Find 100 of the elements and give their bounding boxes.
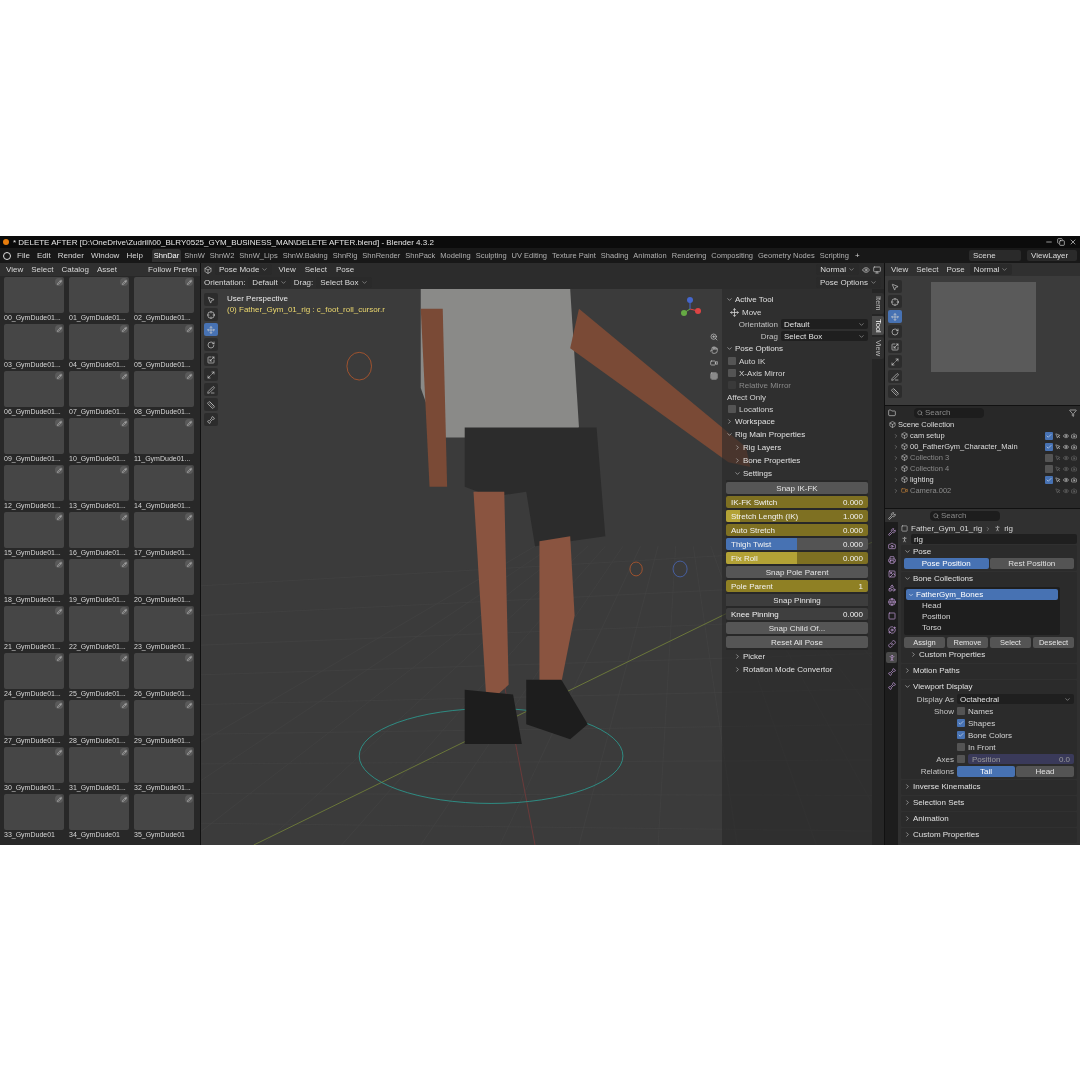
checkbox[interactable] <box>728 357 736 365</box>
view-layer-field[interactable]: ViewLayer <box>1027 250 1077 261</box>
tool-button[interactable] <box>888 310 902 323</box>
pointer-icon[interactable] <box>1055 454 1061 461</box>
section-button[interactable]: Snap Pinning <box>726 594 868 606</box>
close-icon[interactable] <box>1069 238 1077 246</box>
properties-tab[interactable] <box>886 596 897 607</box>
add-workspace-button[interactable]: + <box>851 251 863 260</box>
follow-preferences-dropdown[interactable]: Follow Prefen <box>148 265 197 274</box>
menu-item[interactable]: Select <box>913 265 942 274</box>
tool-button[interactable] <box>888 295 902 308</box>
overlay-icon[interactable] <box>862 265 870 274</box>
thumbnail-placeholder[interactable] <box>4 324 64 360</box>
thumbnail-placeholder[interactable] <box>4 559 64 595</box>
toggle-button[interactable]: Tail <box>957 765 1015 777</box>
thumbnail-placeholder[interactable] <box>4 747 64 783</box>
thumbnail-placeholder[interactable] <box>69 794 129 830</box>
tool-button[interactable] <box>888 325 902 338</box>
number-field[interactable]: Position 0.0 <box>968 754 1074 764</box>
menu-item[interactable]: Select <box>301 265 330 274</box>
panel-header[interactable]: Picker <box>734 652 766 661</box>
menu-item[interactable]: Render <box>54 251 87 260</box>
thumbnail-placeholder[interactable] <box>69 324 129 360</box>
checkbox[interactable] <box>1045 431 1053 440</box>
tool-button[interactable] <box>204 353 218 366</box>
panel-header[interactable]: Bone Properties <box>734 456 801 465</box>
thumbnail-placeholder[interactable] <box>69 747 129 783</box>
orientation-dropdown[interactable]: Normal <box>969 264 1013 275</box>
panel-header[interactable]: Viewport Display <box>904 682 973 691</box>
zoom-icon[interactable] <box>710 333 718 341</box>
menu-item[interactable]: Select <box>28 265 57 274</box>
eye-icon[interactable] <box>1063 465 1069 472</box>
toggle-button[interactable]: Head <box>1016 765 1074 777</box>
properties-tab[interactable] <box>886 568 897 579</box>
dropdown[interactable]: Default <box>781 319 868 329</box>
list-item[interactable]: Torso <box>906 622 1058 633</box>
panel-header[interactable]: Settings <box>734 469 772 478</box>
thumbnail-placeholder[interactable] <box>69 700 129 736</box>
dropdown[interactable]: Select Box <box>781 331 868 341</box>
properties-tab[interactable] <box>886 582 897 593</box>
checkbox[interactable] <box>957 719 965 727</box>
slider[interactable]: IK-FK Switch 0.000 <box>726 496 868 508</box>
tool-button[interactable] <box>204 293 218 306</box>
thumbnail-placeholder[interactable] <box>69 418 129 454</box>
properties-tab[interactable] <box>886 624 897 635</box>
number-field[interactable]: Pole Parent 1 <box>726 580 868 592</box>
pointer-icon[interactable] <box>1055 487 1061 494</box>
menu-item[interactable]: Asset <box>94 265 121 274</box>
thumbnail-placeholder[interactable] <box>134 418 194 454</box>
menu-item[interactable]: View <box>888 265 912 274</box>
panel-header[interactable]: Custom Properties <box>910 650 986 659</box>
action-button[interactable]: Snap Pole Parent <box>726 566 868 578</box>
list-item[interactable]: Head <box>906 600 1058 611</box>
tool-button[interactable] <box>204 413 218 426</box>
tool-button[interactable] <box>204 323 218 336</box>
thumbnail-placeholder[interactable] <box>134 700 194 736</box>
checkbox[interactable] <box>957 755 965 763</box>
thumbnail-placeholder[interactable] <box>134 371 194 407</box>
tool-button[interactable] <box>204 383 218 396</box>
thumbnail-placeholder[interactable] <box>4 465 64 501</box>
properties-tab[interactable] <box>886 610 897 621</box>
thumbnail-placeholder[interactable] <box>134 512 194 548</box>
thumbnail-placeholder[interactable] <box>4 418 64 454</box>
checkbox[interactable] <box>728 405 736 413</box>
panel-header[interactable]: Rotation Mode Convertor <box>734 665 833 674</box>
list-item[interactable]: Position <box>906 611 1058 622</box>
menu-item[interactable]: Help <box>123 251 146 260</box>
properties-tab[interactable] <box>886 666 897 677</box>
pointer-icon[interactable] <box>1055 465 1061 472</box>
breadcrumb-item[interactable]: rig <box>1004 524 1014 533</box>
thumbnail-placeholder[interactable] <box>69 277 129 313</box>
slider[interactable]: Auto Stretch 0.000 <box>726 524 868 536</box>
thumbnail-placeholder[interactable] <box>134 559 194 595</box>
action-button[interactable]: Snap Child Of... <box>726 622 868 634</box>
thumbnail-placeholder[interactable] <box>4 512 64 548</box>
checkbox[interactable] <box>957 707 965 715</box>
scene-field[interactable]: Scene <box>969 250 1021 261</box>
tool-button[interactable] <box>204 308 218 321</box>
menu-item[interactable]: File <box>14 251 33 260</box>
thumbnail-placeholder[interactable] <box>134 324 194 360</box>
editor-type-icon[interactable] <box>888 511 896 520</box>
tool-button[interactable] <box>204 398 218 411</box>
menu-item[interactable]: Pose <box>943 265 968 274</box>
number-field[interactable]: Knee Pinning 0.000 <box>726 608 868 620</box>
tool-button[interactable] <box>888 355 902 368</box>
thumbnail-placeholder[interactable] <box>134 653 194 689</box>
properties-tab[interactable] <box>886 526 897 537</box>
tool-button[interactable] <box>888 280 902 293</box>
camera-icon[interactable] <box>710 359 718 367</box>
tool-button[interactable] <box>888 385 902 398</box>
properties-tab[interactable] <box>886 680 897 691</box>
panel-header[interactable]: Workspace <box>726 417 775 426</box>
thumbnail-placeholder[interactable] <box>4 606 64 642</box>
checkbox[interactable] <box>957 743 965 751</box>
action-button[interactable]: Reset All Pose <box>726 636 868 648</box>
list-item[interactable]: FatherGym_Bones <box>906 589 1058 600</box>
thumbnail-placeholder[interactable] <box>69 606 129 642</box>
search-field[interactable]: Search <box>930 510 1000 521</box>
panel-header[interactable]: Rig Main Properties <box>726 430 806 439</box>
tool-button[interactable] <box>888 370 902 383</box>
